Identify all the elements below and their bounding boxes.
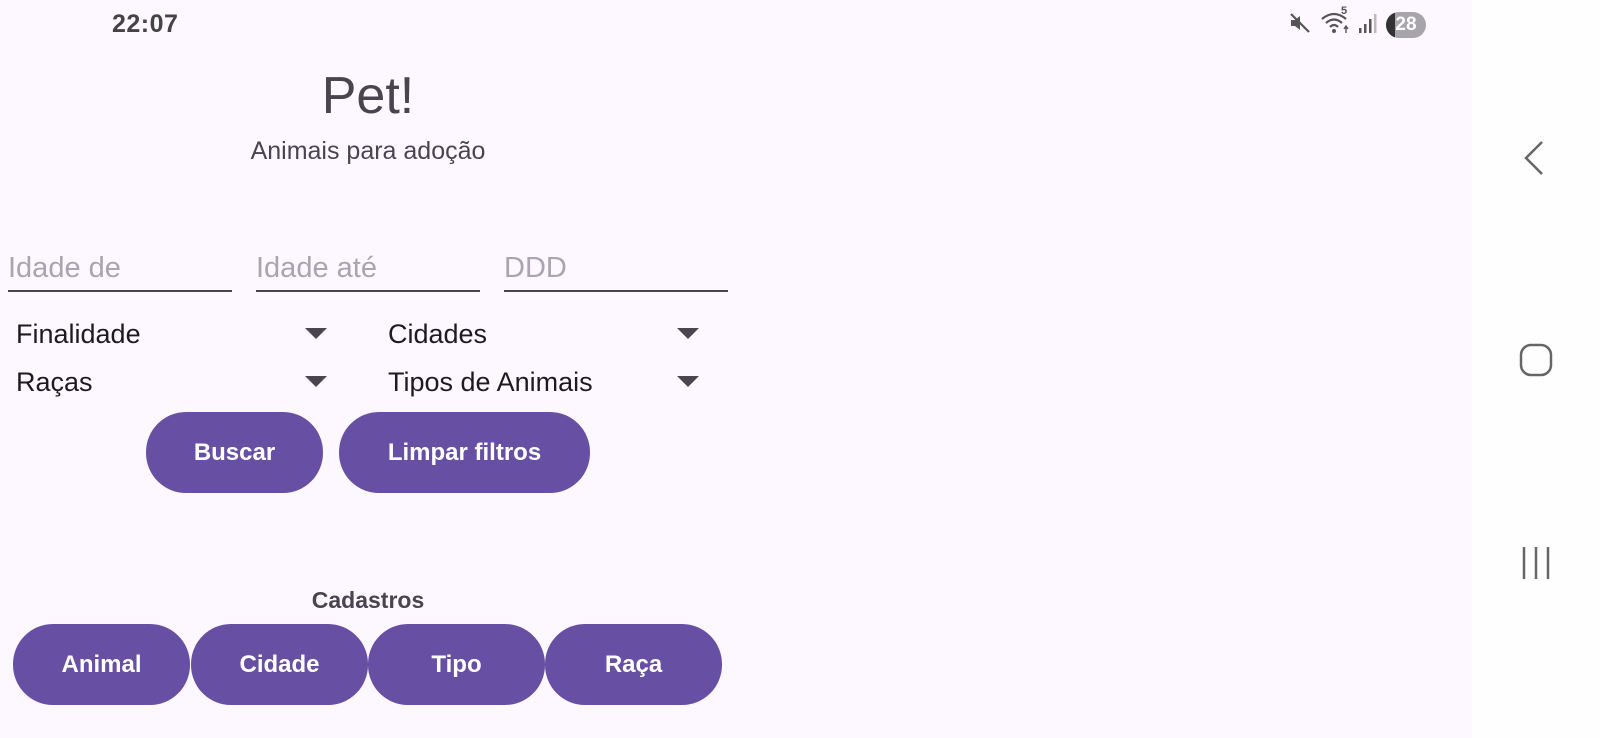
wifi-label: 5 [1341,4,1348,17]
recents-icon [1516,543,1556,588]
register-animal-button[interactable]: Animal [13,624,190,705]
search-button[interactable]: Buscar [146,412,323,493]
finalidade-label: Finalidade [16,318,141,349]
tipos-label: Tipos de Animais [388,366,593,397]
battery-icon: 28 [1386,12,1426,38]
page-subtitle: Animais para adoção [250,137,486,165]
finalidade-dropdown[interactable]: Finalidade [16,314,327,354]
register-type-button[interactable]: Tipo [368,624,545,705]
back-button[interactable] [1472,138,1600,183]
dropdown-arrow-icon [677,328,699,339]
recents-button[interactable] [1472,543,1600,588]
home-button[interactable] [1472,340,1600,385]
navigation-bar [1472,0,1600,738]
register-breed-button[interactable]: Raça [545,624,722,705]
racas-label: Raças [16,366,93,397]
cidades-label: Cidades [388,318,488,349]
home-icon [1516,340,1556,385]
register-city-button[interactable]: Cidade [191,624,368,705]
signal-icon [1358,12,1378,39]
status-time: 22:07 [112,10,179,38]
wifi-icon: 5 [1320,5,1350,40]
clear-filters-button[interactable]: Limpar filtros [339,412,590,493]
ddd-input[interactable] [504,246,728,292]
tipos-dropdown[interactable]: Tipos de Animais [388,362,699,402]
cidades-dropdown[interactable]: Cidades [388,314,699,354]
racas-dropdown[interactable]: Raças [16,362,327,402]
dropdown-arrow-icon [305,328,327,339]
dropdown-arrow-icon [677,376,699,387]
page-title: Pet! [321,67,415,125]
dropdown-arrow-icon [305,376,327,387]
registrations-label: Cadastros [311,587,425,613]
back-icon [1516,138,1556,183]
mute-icon [1288,11,1312,40]
age-from-input[interactable] [8,246,232,292]
age-to-input[interactable] [256,246,480,292]
status-icons: 5 28 [1288,5,1426,40]
